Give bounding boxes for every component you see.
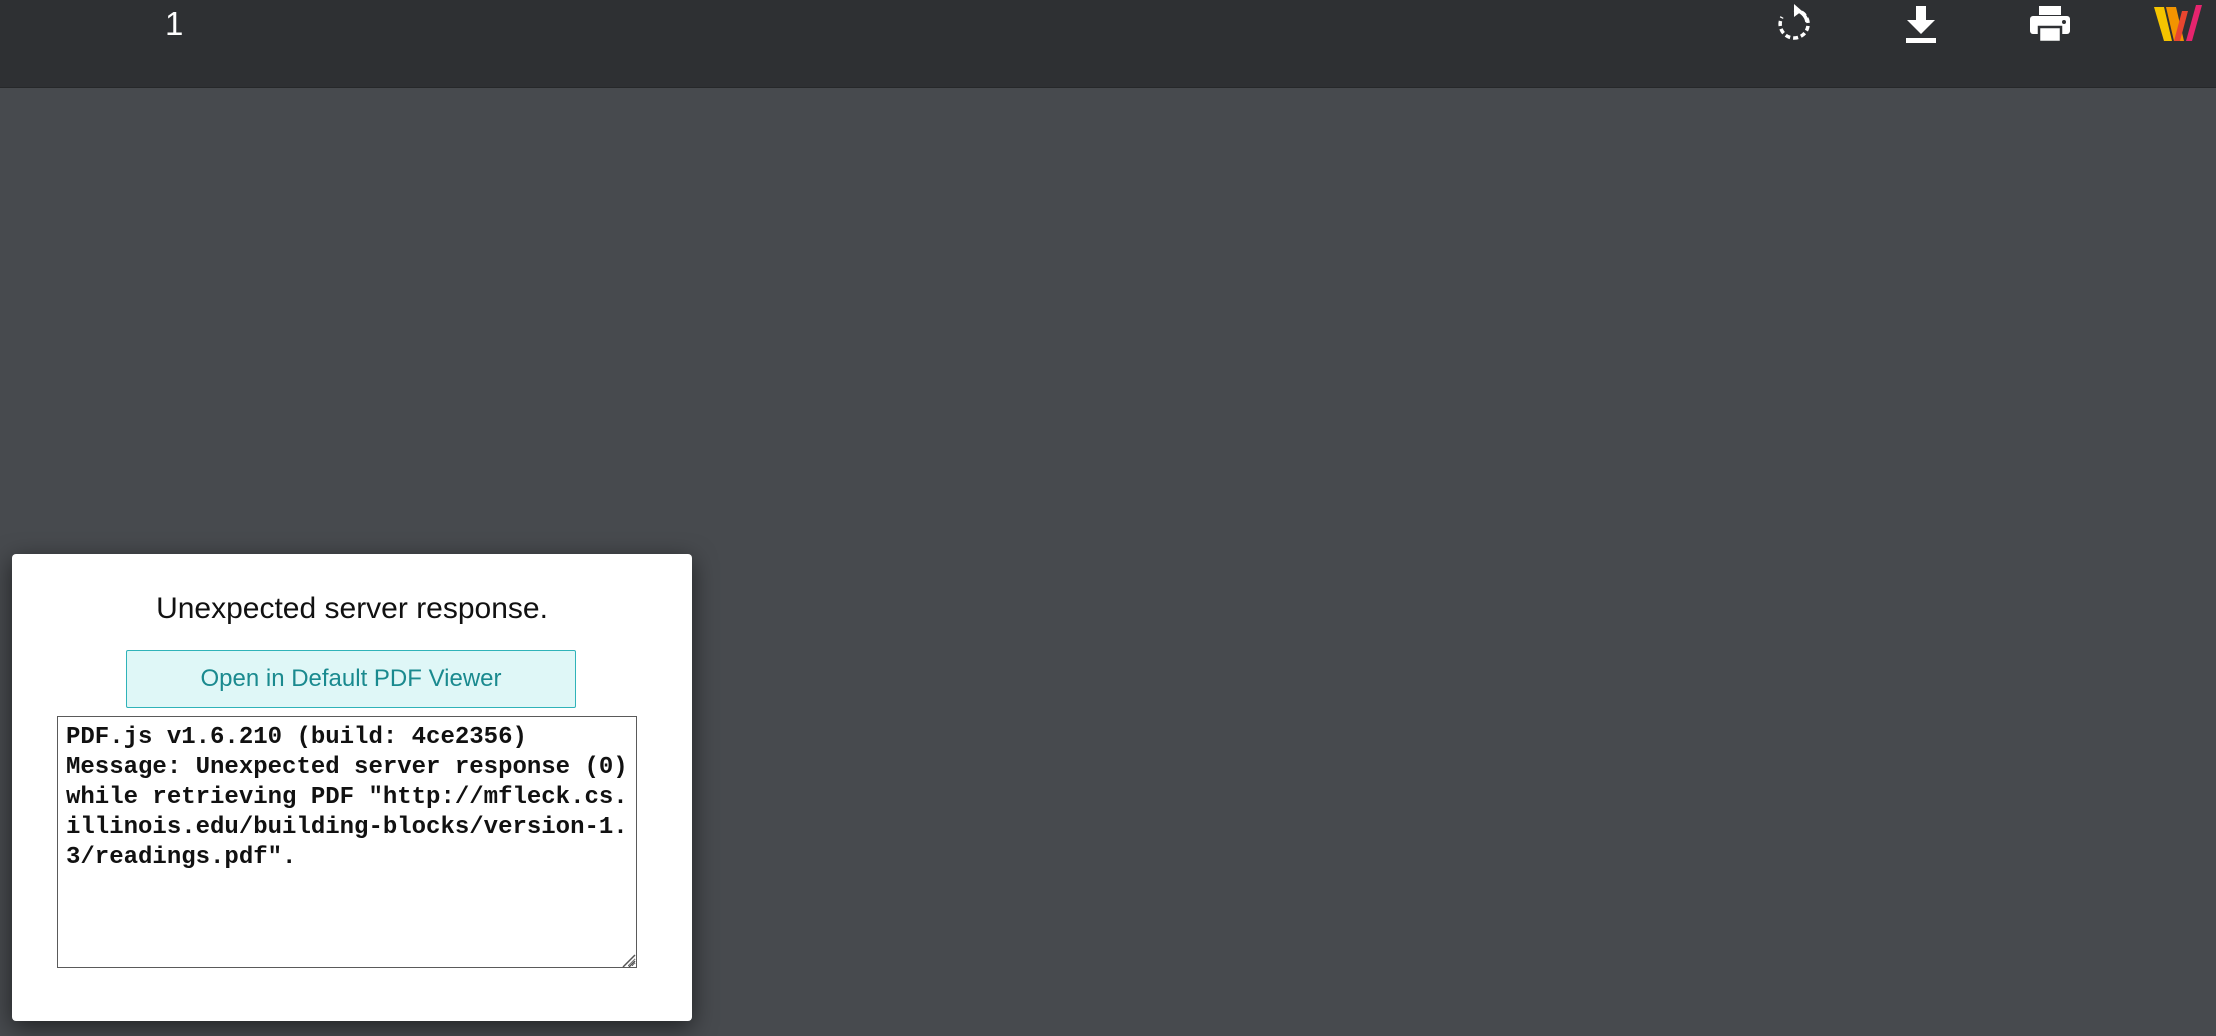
print-icon — [2030, 6, 2070, 44]
open-default-viewer-button[interactable]: Open in Default PDF Viewer — [126, 650, 576, 708]
resize-grip-icon[interactable] — [620, 952, 636, 968]
rotate-clockwise-icon — [1778, 4, 1810, 40]
error-title: Unexpected server response. — [156, 592, 548, 625]
toolbar: 1 — [0, 0, 2216, 88]
extension-logo[interactable] — [2148, 0, 2208, 48]
download-button[interactable] — [1889, 0, 1953, 48]
error-details-textarea[interactable]: PDF.js v1.6.210 (build: 4ce2356) Message… — [57, 716, 637, 968]
page-number[interactable]: 1 — [165, 4, 183, 44]
error-dialog: Unexpected server response. Open in Defa… — [12, 554, 692, 1021]
print-button[interactable] — [2018, 0, 2082, 48]
rotate-button[interactable] — [1762, 0, 1826, 48]
download-icon — [1906, 6, 1936, 43]
w-logo-icon — [2154, 5, 2202, 41]
